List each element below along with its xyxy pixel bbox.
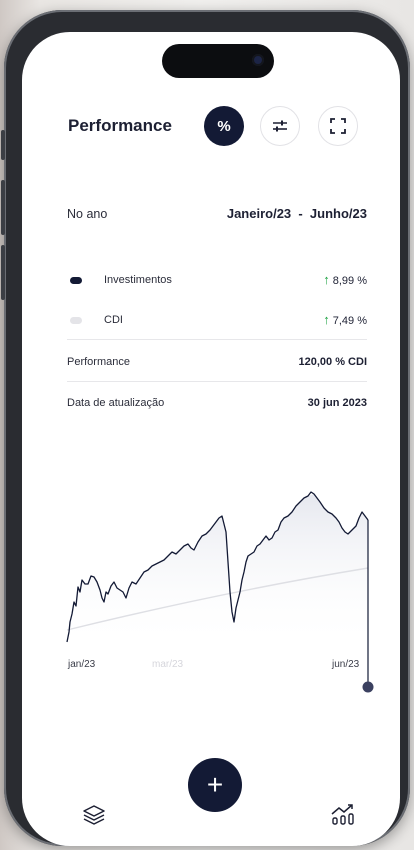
divider xyxy=(67,381,367,382)
filter-sliders-icon xyxy=(273,120,287,132)
performance-label: Performance xyxy=(67,356,130,368)
investimentos-legend-dot xyxy=(70,277,82,284)
update-date-label: Data de atualização xyxy=(67,397,165,409)
arrow-up-icon: ↑ xyxy=(323,272,330,287)
performance-value: 120,00 % CDI xyxy=(298,356,367,368)
phone-volume-down xyxy=(1,245,5,300)
dynamic-island xyxy=(162,44,274,78)
performance-chart[interactable] xyxy=(22,472,400,712)
percent-label: % xyxy=(217,117,231,135)
cdi-legend-dot xyxy=(70,317,82,324)
layers-icon[interactable] xyxy=(82,804,106,826)
cdi-label: CDI xyxy=(104,314,123,326)
x-axis-label-mar: mar/23 xyxy=(152,659,184,670)
update-date-value: 30 jun 2023 xyxy=(307,397,367,409)
investimentos-value-row: ↑ 8,99 % xyxy=(323,272,367,287)
fullscreen-icon xyxy=(330,118,346,134)
filter-button[interactable] xyxy=(260,106,300,146)
page-title: Performance xyxy=(68,116,172,135)
period-label: No ano xyxy=(67,207,108,221)
investimentos-label: Investimentos xyxy=(104,274,172,286)
period-range[interactable]: Janeiro/23 - Junho/23 xyxy=(227,206,367,221)
x-axis-label-jun: jun/23 xyxy=(332,659,360,670)
cdi-value: 7,49 % xyxy=(332,315,367,327)
investimentos-value: 8,99 % xyxy=(332,275,367,287)
x-axis-label-jan: jan/23 xyxy=(68,659,96,670)
phone-volume-up xyxy=(1,180,5,235)
fullscreen-button[interactable] xyxy=(318,106,358,146)
phone-action-button xyxy=(1,130,5,160)
cdi-value-row: ↑ 7,49 % xyxy=(323,312,367,327)
cursor-handle[interactable] xyxy=(362,681,374,693)
add-button[interactable]: + xyxy=(188,758,242,812)
divider xyxy=(67,339,367,340)
arrow-up-icon: ↑ xyxy=(323,312,330,327)
camera-icon xyxy=(252,54,264,66)
add-icon: + xyxy=(206,769,224,800)
phone-frame: Performance % No ano Janeiro/23 - Junho/… xyxy=(1,10,410,846)
chart-trend-icon[interactable] xyxy=(330,802,356,826)
percent-toggle-button[interactable]: % xyxy=(204,106,244,146)
app-screen: Performance % No ano Janeiro/23 - Junho/… xyxy=(22,32,400,846)
